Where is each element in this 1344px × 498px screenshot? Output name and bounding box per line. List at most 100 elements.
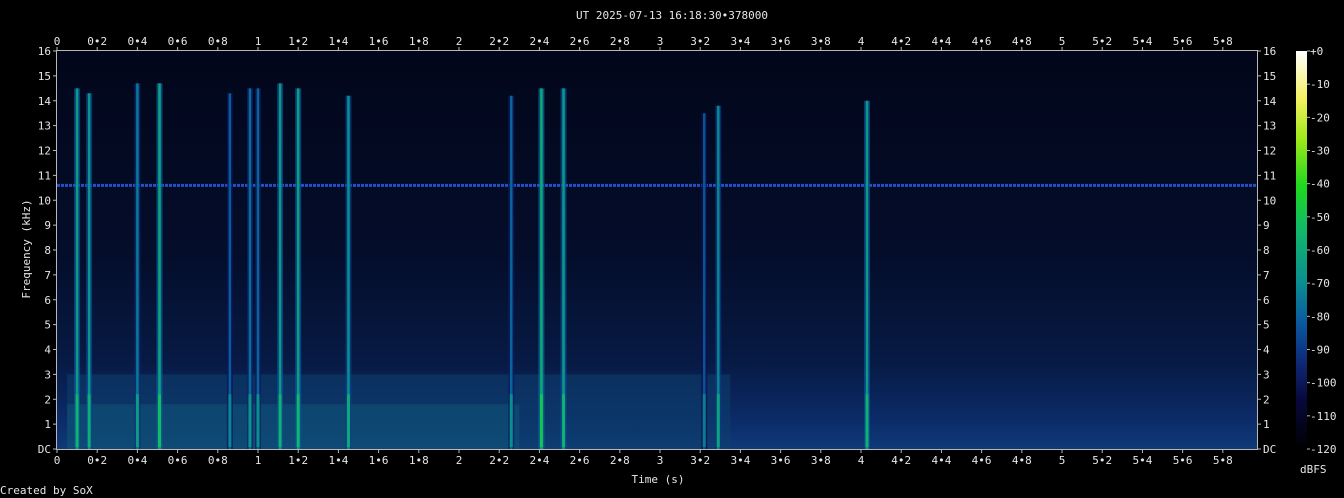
colorbar-tick-label: -50 bbox=[1310, 211, 1330, 224]
x-tick-label: 3 bbox=[657, 454, 664, 467]
x-tick-label: 3•6 bbox=[771, 454, 791, 467]
x-tick-label: 2•4 bbox=[529, 454, 549, 467]
y-tick-label: 3 bbox=[44, 368, 51, 381]
colorbar-tick-label: +0 bbox=[1310, 45, 1323, 58]
y-tick-label: 5 bbox=[1263, 319, 1270, 332]
y-tick-label: 11 bbox=[1263, 169, 1276, 182]
x-axis-top: 0 0•2 0•4 0•6 0•8 1 1•2 1•4 1•6 1•8 2 2•2 2•4 2•6 2•8 3… bbox=[54, 35, 1233, 51]
y-tick-label: 12 bbox=[1263, 145, 1276, 158]
colorbar-tick-label: -30 bbox=[1310, 145, 1330, 158]
y-tick-label: 16 bbox=[1263, 45, 1276, 58]
x-tick-label: 1 bbox=[255, 454, 262, 467]
x-tick-label: 1 bbox=[255, 35, 262, 48]
x-tick-label: 4•6 bbox=[972, 35, 992, 48]
x-tick-label: 3•4 bbox=[730, 454, 750, 467]
x-tick-label: 1•2 bbox=[288, 454, 308, 467]
y-tick-label: DC bbox=[38, 443, 51, 456]
x-tick-label: 0 bbox=[54, 454, 61, 467]
y-tick-label: 8 bbox=[44, 244, 51, 257]
x-tick-label: 0 bbox=[54, 35, 61, 48]
x-tick-label: 5•2 bbox=[1092, 35, 1112, 48]
footer-credit: Created by SoX bbox=[0, 484, 93, 497]
x-tick-label: 4•4 bbox=[931, 35, 951, 48]
y-tick-label: 2 bbox=[44, 393, 51, 406]
x-tick-label: 4•2 bbox=[891, 35, 911, 48]
x-tick-label: 1•8 bbox=[409, 35, 429, 48]
y-tick-label: 6 bbox=[1263, 294, 1270, 307]
x-tick-label: 1•2 bbox=[288, 35, 308, 48]
x-tick-label: 0•6 bbox=[168, 454, 188, 467]
y-tick-label: 14 bbox=[1263, 95, 1277, 108]
y-tick-label: 1 bbox=[1263, 418, 1270, 431]
x-tick-label: 1•6 bbox=[369, 35, 389, 48]
colorbar-label: dBFS bbox=[1300, 463, 1327, 476]
y-tick-label: 12 bbox=[38, 145, 51, 158]
y-axis-left: DC12345678910111213141516 bbox=[38, 45, 57, 456]
colorbar-tick-label: -120 bbox=[1310, 443, 1337, 456]
x-tick-label: 0•2 bbox=[87, 454, 107, 467]
x-tick-label: 0•8 bbox=[208, 35, 228, 48]
x-tick-label: 2•4 bbox=[529, 35, 549, 48]
x-tick-label: 0•2 bbox=[87, 35, 107, 48]
y-axis-label: Frequency (kHz) bbox=[20, 199, 33, 299]
y-tick-label: 1 bbox=[44, 418, 51, 431]
y-axis-right: DC12345678910111213141516 bbox=[1257, 45, 1277, 456]
y-tick-label: 2 bbox=[1263, 393, 1270, 406]
x-tick-label: 4•8 bbox=[1012, 35, 1032, 48]
x-axis-label: Time (s) bbox=[631, 473, 685, 486]
x-tick-label: 2•6 bbox=[570, 454, 590, 467]
x-tick-label: 0•8 bbox=[208, 454, 228, 467]
colorbar-tick-label: -20 bbox=[1310, 111, 1330, 124]
colorbar-tick-label: -80 bbox=[1310, 310, 1330, 323]
spectrogram-chart: 0 0•2 0•4 0•6 0•8 1 1•2 1•4 1•6 1•8 2 2•2 2•4 2•6 2•8 3… bbox=[38, 35, 1337, 467]
x-tick-label: 2•2 bbox=[489, 35, 509, 48]
y-tick-label: 3 bbox=[1263, 368, 1270, 381]
x-tick-label: 1•6 bbox=[369, 454, 389, 467]
x-tick-label: 5•4 bbox=[1132, 35, 1152, 48]
x-tick-label: 2 bbox=[456, 454, 463, 467]
y-tick-label: 16 bbox=[38, 45, 51, 58]
colorbar-gradient bbox=[1296, 51, 1307, 449]
x-tick-label: 0•6 bbox=[168, 35, 188, 48]
colorbar-tick-label: -70 bbox=[1310, 277, 1330, 290]
colorbar-tick-label: -10 bbox=[1310, 78, 1330, 91]
y-tick-label: 15 bbox=[1263, 70, 1276, 83]
x-tick-label: 3•2 bbox=[690, 454, 710, 467]
x-tick-label: 3•6 bbox=[771, 35, 791, 48]
y-tick-label: 8 bbox=[1263, 244, 1270, 257]
x-axis-bottom: 0 0•2 0•4 0•6 0•8 1 1•2 1•4 1•6 1•8 2 2•2 2•4 2•6 2•8 3… bbox=[54, 449, 1233, 467]
colorbar-tick-label: -60 bbox=[1310, 244, 1330, 257]
y-tick-label: 11 bbox=[38, 169, 51, 182]
y-tick-label: 4 bbox=[44, 344, 51, 357]
x-tick-label: 2•6 bbox=[570, 35, 590, 48]
colorbar-tick-label: -100 bbox=[1310, 377, 1337, 390]
x-tick-label: 4 bbox=[858, 454, 865, 467]
x-tick-label: 5 bbox=[1059, 454, 1066, 467]
colorbar-tick-label: -110 bbox=[1310, 410, 1337, 423]
x-tick-label: 1•4 bbox=[328, 454, 348, 467]
y-tick-label: 7 bbox=[1263, 269, 1270, 282]
colorbar-tick-label: -90 bbox=[1310, 344, 1330, 357]
x-tick-label: 0•4 bbox=[127, 35, 147, 48]
y-tick-label: 10 bbox=[38, 194, 51, 207]
x-tick-label: 1•8 bbox=[409, 454, 429, 467]
y-tick-label: 10 bbox=[1263, 194, 1276, 207]
x-tick-label: 2•8 bbox=[610, 35, 630, 48]
x-tick-label: 0•4 bbox=[127, 454, 147, 467]
x-tick-label: 5•8 bbox=[1213, 35, 1233, 48]
y-tick-label: 13 bbox=[38, 120, 51, 133]
x-tick-label: 3•2 bbox=[690, 35, 710, 48]
x-tick-label: 2•2 bbox=[489, 454, 509, 467]
x-tick-label: 5•4 bbox=[1132, 454, 1152, 467]
x-tick-label: 1•4 bbox=[328, 35, 348, 48]
y-tick-label: DC bbox=[1263, 443, 1276, 456]
y-tick-label: 14 bbox=[38, 95, 52, 108]
x-tick-label: 4•8 bbox=[1012, 454, 1032, 467]
x-tick-label: 3•4 bbox=[730, 35, 750, 48]
x-tick-label: 4•4 bbox=[931, 454, 951, 467]
y-tick-label: 6 bbox=[44, 294, 51, 307]
x-tick-label: 5 bbox=[1059, 35, 1066, 48]
x-tick-label: 3•8 bbox=[811, 35, 831, 48]
x-tick-label: 3 bbox=[657, 35, 664, 48]
colorbar: +0 -10 -20 -30 -40 -50 -60 -70 -80 -90 -100 -110 -12… bbox=[1296, 45, 1337, 456]
